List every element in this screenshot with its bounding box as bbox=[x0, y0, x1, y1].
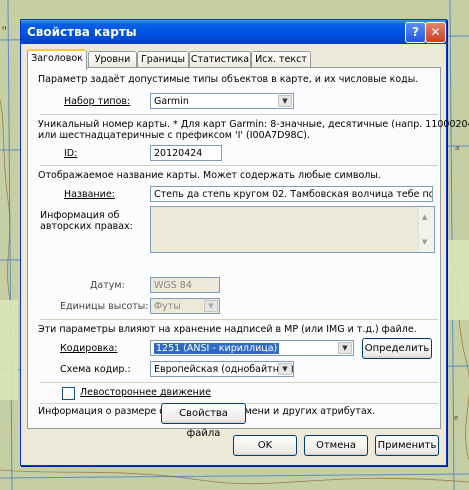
id-label: ID: bbox=[64, 148, 78, 159]
tab-source-text[interactable]: Исх. текст bbox=[251, 51, 311, 68]
divider bbox=[40, 114, 438, 115]
types-select[interactable]: Garmin ▼ bbox=[150, 93, 294, 109]
storage-description: Эти параметры влияют на хранение надписе… bbox=[38, 324, 417, 335]
units-label: Единицы высоты: bbox=[60, 301, 149, 312]
types-label: Набор типов: bbox=[64, 96, 131, 107]
tab-bounds[interactable]: Границы bbox=[137, 51, 189, 68]
chevron-down-icon[interactable]: ▼ bbox=[338, 342, 352, 354]
divider bbox=[40, 165, 438, 166]
chevron-down-icon: ▼ bbox=[204, 300, 218, 312]
copyright-textarea[interactable]: ▲ ▼ bbox=[150, 206, 435, 253]
scroll-down-icon[interactable]: ▼ bbox=[422, 234, 427, 250]
apply-button[interactable]: Применить bbox=[375, 435, 439, 456]
scheme-label: Схема кодир.: bbox=[60, 364, 131, 375]
datum-label: Датум: bbox=[90, 280, 125, 291]
file-properties-button[interactable]: Свойства файла bbox=[161, 403, 246, 439]
header-tab-panel: Параметр задаёт допустимые типы объектов… bbox=[27, 67, 469, 429]
encoding-value: 1251 (ANSI - кириллица) bbox=[154, 343, 280, 354]
cancel-button[interactable]: Отмена bbox=[304, 435, 368, 456]
id-input[interactable]: 20120424 bbox=[150, 145, 222, 161]
scroll-up-icon[interactable]: ▲ bbox=[422, 209, 427, 225]
types-description: Параметр задаёт допустимые типы объектов… bbox=[38, 74, 419, 85]
id-description-line1: Уникальный номер карты. * Для карт Garmi… bbox=[38, 119, 469, 130]
chevron-down-icon[interactable]: ▼ bbox=[278, 363, 292, 375]
svg-text:а: а bbox=[455, 144, 459, 152]
copyright-scrollbar[interactable]: ▲ ▼ bbox=[418, 207, 434, 252]
scheme-select[interactable]: Европейская (однобайтная) ▼ bbox=[150, 361, 294, 377]
datum-field: WGS 84 bbox=[150, 277, 220, 293]
types-value: Garmin bbox=[154, 96, 189, 107]
svg-text:н: н bbox=[2, 24, 7, 32]
divider bbox=[40, 382, 438, 383]
copyright-label-line1: Информация об bbox=[40, 210, 120, 221]
close-button[interactable]: ✕ bbox=[425, 22, 446, 43]
detect-encoding-button[interactable]: Определить bbox=[362, 338, 432, 359]
units-select: Футы ▼ bbox=[150, 298, 220, 314]
help-button[interactable]: ? bbox=[405, 22, 426, 43]
scheme-value: Европейская (однобайтная) bbox=[154, 364, 294, 375]
encoding-label: Кодировка: bbox=[60, 343, 118, 354]
id-description-line2: или шестнадцатеричные с префиксом 'I' (I… bbox=[38, 130, 310, 141]
tab-levels[interactable]: Уровни bbox=[88, 51, 137, 68]
encoding-select[interactable]: 1251 (ANSI - кириллица) ▼ bbox=[150, 340, 354, 356]
lefthand-checkbox[interactable] bbox=[62, 387, 75, 400]
map-properties-dialog: Свойства карты ? ✕ Заголовок Уровни Гран… bbox=[20, 19, 469, 466]
tab-header[interactable]: Заголовок bbox=[27, 49, 87, 70]
divider bbox=[40, 319, 438, 320]
ok-button[interactable]: OK bbox=[233, 435, 297, 456]
name-description: Отображаемое название карты. Может содер… bbox=[38, 170, 381, 181]
dialog-title: Свойства карты bbox=[27, 25, 137, 39]
units-value: Футы bbox=[154, 301, 181, 312]
title-bar: Свойства карты ? ✕ bbox=[21, 20, 446, 44]
name-input[interactable]: Степь да степь кругом 02. Тамбовская вол… bbox=[150, 186, 433, 202]
copyright-label-line2: авторских правах: bbox=[40, 221, 133, 232]
name-label: Название: bbox=[64, 189, 115, 200]
chevron-down-icon[interactable]: ▼ bbox=[278, 95, 292, 107]
lefthand-label: Левостороннее движение bbox=[80, 387, 211, 398]
tab-statistics[interactable]: Статистика bbox=[189, 51, 251, 68]
svg-text:е: е bbox=[454, 414, 458, 422]
